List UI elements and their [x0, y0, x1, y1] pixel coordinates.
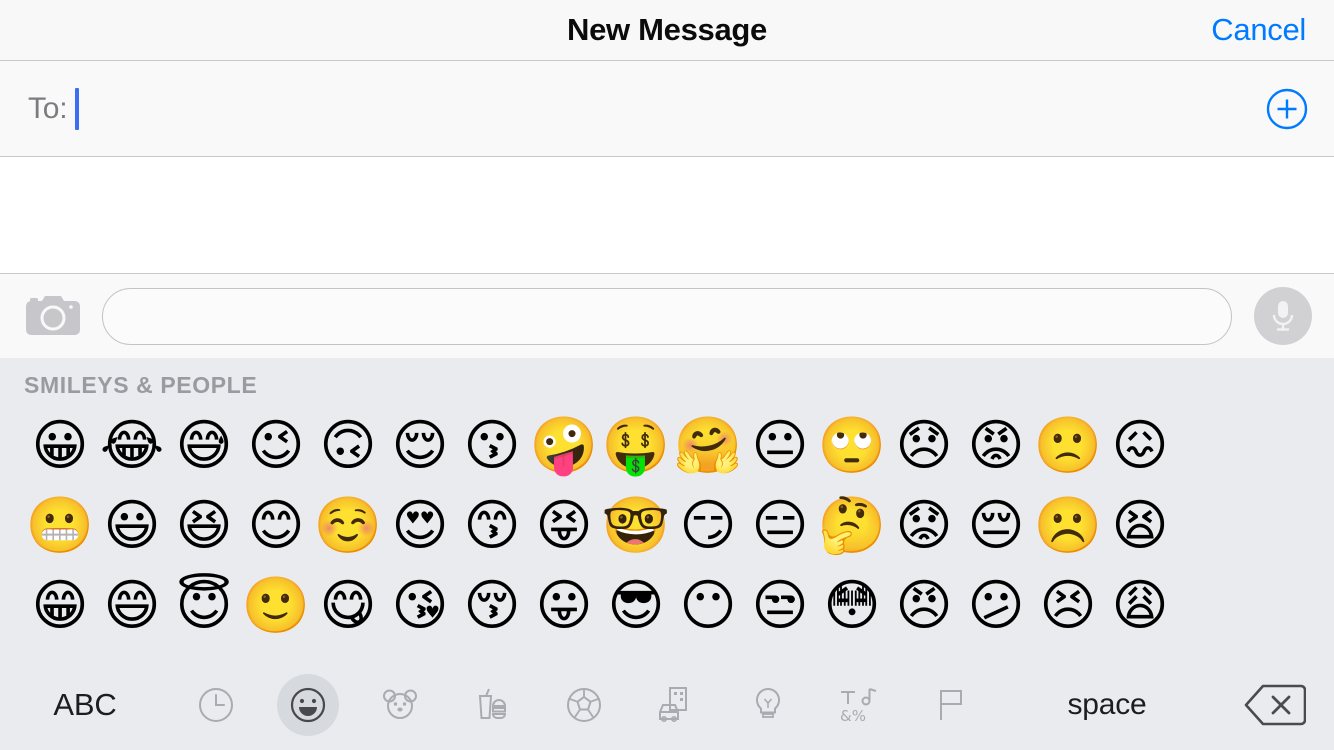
- emoji-tired-face[interactable]: 😫: [1104, 489, 1176, 561]
- cancel-button[interactable]: Cancel: [1211, 12, 1306, 48]
- emoji-section-title: SMILEYS & PEOPLE: [24, 372, 258, 398]
- emoji-worried-face[interactable]: 😟: [888, 489, 960, 561]
- emoji-flushed-face[interactable]: 😳: [816, 569, 888, 641]
- emoji-smiling-face-with-sunglasses[interactable]: 😎: [600, 569, 672, 641]
- emoji-smiling-face-with-heart-eyes[interactable]: 😍: [384, 489, 456, 561]
- emoji-row: 😬 😃 😆 😊 ☺️ 😍 😙 😝 🤓 😏 😑 🤔 😟 😔 ☹️ 😫: [24, 485, 1334, 565]
- emoji-persevering-face[interactable]: 😣: [1032, 569, 1104, 641]
- conversation-area: [0, 157, 1334, 274]
- emoji-pouting-face[interactable]: 😡: [960, 409, 1032, 481]
- emoji-expressionless-face[interactable]: 😑: [744, 489, 816, 561]
- emoji-unamused-face[interactable]: 😒: [744, 569, 816, 641]
- emoji-confused-face[interactable]: 😕: [960, 569, 1032, 641]
- emoji-smiling-face[interactable]: ☺️: [312, 489, 384, 561]
- abc-keyboard-button[interactable]: ABC: [0, 687, 170, 723]
- emoji-nerd-face[interactable]: 🤓: [600, 489, 672, 561]
- emoji-smiling-face-with-halo[interactable]: 😇: [168, 569, 240, 641]
- emoji-zany-face[interactable]: 🤪: [528, 409, 600, 481]
- to-label: To:: [28, 91, 68, 125]
- emoji-hugging-face[interactable]: 🤗: [672, 409, 744, 481]
- objects-icon[interactable]: [722, 674, 814, 736]
- emoji-grinning-face-with-sweat[interactable]: 😅: [168, 409, 240, 481]
- keyboard-bottom-bar: ABC &% space: [0, 660, 1334, 750]
- camera-icon[interactable]: [22, 290, 84, 342]
- emoji-neutral-face[interactable]: 😐: [744, 409, 816, 481]
- recipient-row[interactable]: To:: [0, 61, 1334, 157]
- smileys-people-icon[interactable]: [262, 674, 354, 736]
- emoji-disappointed-face[interactable]: 😞: [888, 409, 960, 481]
- emoji-winking-face[interactable]: 😉: [240, 409, 312, 481]
- page-title: New Message: [566, 12, 768, 47]
- emoji-row: 😁 😄 😇 🙂 😋 😘 😚 😛 😎 😶 😒 😳 😠 😕 😣 😩: [24, 565, 1334, 645]
- emoji-face-with-rolling-eyes[interactable]: 🙄: [816, 409, 888, 481]
- emoji-smiling-face-with-smiling-eyes[interactable]: 😊: [240, 489, 312, 561]
- emoji-kissing-face-with-closed-eyes[interactable]: 😚: [456, 569, 528, 641]
- emoji-slightly-frowning-face[interactable]: 🙁: [1032, 409, 1104, 481]
- emoji-confounded-face[interactable]: 😖: [1104, 409, 1176, 481]
- messages-new-message-screen: New Message Cancel To: SMILEYS & PEOPLE …: [0, 0, 1334, 750]
- symbols-icon[interactable]: &%: [814, 674, 906, 736]
- emoji-beaming-face-with-smiling-eyes[interactable]: 😁: [24, 569, 96, 641]
- emoji-slightly-smiling-face[interactable]: 🙂: [240, 569, 312, 641]
- plus-circle-icon[interactable]: [1266, 88, 1308, 130]
- flags-icon[interactable]: [906, 674, 998, 736]
- emoji-face-savoring-food[interactable]: 😋: [312, 569, 384, 641]
- emoji-squinting-face-with-tongue[interactable]: 😝: [528, 489, 600, 561]
- animals-nature-icon[interactable]: [354, 674, 446, 736]
- emoji-grid: 😀 😂 😅 😉 🙃 😌 😗 🤪 🤑 🤗 😐 🙄 😞 😡 🙁 😖 😬 😃 😆 😊 ☺️ 😍 😙 😝 🤓 😏 😑 🤔 😟 😔 ☹️ 😫 😁 😄 😇 🙂 😋 😘…: [0, 405, 1334, 660]
- emoji-relieved-face[interactable]: 😌: [384, 409, 456, 481]
- emoji-frowning-face[interactable]: ☹️: [1032, 489, 1104, 561]
- svg-text:&%: &%: [840, 707, 866, 725]
- emoji-grinning-face[interactable]: 😀: [24, 409, 96, 481]
- emoji-face-with-tongue[interactable]: 😛: [528, 569, 600, 641]
- emoji-angry-face[interactable]: 😠: [888, 569, 960, 641]
- emoji-face-without-mouth[interactable]: 😶: [672, 569, 744, 641]
- emoji-grinning-face-with-big-eyes[interactable]: 😃: [96, 489, 168, 561]
- navigation-bar: New Message Cancel: [0, 0, 1334, 61]
- microphone-icon[interactable]: [1254, 287, 1312, 345]
- emoji-face-with-tears-of-joy[interactable]: 😂: [96, 409, 168, 481]
- emoji-thinking-face[interactable]: 🤔: [816, 489, 888, 561]
- recipient-input[interactable]: [79, 61, 1334, 156]
- emoji-kissing-face[interactable]: 😗: [456, 409, 528, 481]
- message-text-input[interactable]: [102, 287, 1232, 345]
- emoji-smirking-face[interactable]: 😏: [672, 489, 744, 561]
- backspace-icon[interactable]: [1216, 682, 1334, 728]
- emoji-row: 😀 😂 😅 😉 🙃 😌 😗 🤪 🤑 🤗 😐 🙄 😞 😡 🙁 😖: [24, 405, 1334, 485]
- emoji-upside-down-face[interactable]: 🙃: [312, 409, 384, 481]
- emoji-face-blowing-a-kiss[interactable]: 😘: [384, 569, 456, 641]
- emoji-grimacing-face[interactable]: 😬: [24, 489, 96, 561]
- space-key[interactable]: space: [998, 688, 1216, 722]
- emoji-money-mouth-face[interactable]: 🤑: [600, 409, 672, 481]
- emoji-grinning-face-with-smiling-eyes[interactable]: 😄: [96, 569, 168, 641]
- travel-places-icon[interactable]: [630, 674, 722, 736]
- emoji-keyboard-panel: SMILEYS & PEOPLE 😀 😂 😅 😉 🙃 😌 😗 🤪 🤑 🤗 😐 🙄 😞 😡 🙁 😖 😬 😃 😆 😊 ☺️ 😍…: [0, 358, 1334, 660]
- compose-bar: [0, 274, 1334, 358]
- food-drink-icon[interactable]: [446, 674, 538, 736]
- activity-icon[interactable]: [538, 674, 630, 736]
- recents-clock-icon[interactable]: [170, 674, 262, 736]
- emoji-weary-face[interactable]: 😩: [1104, 569, 1176, 641]
- emoji-grinning-squinting-face[interactable]: 😆: [168, 489, 240, 561]
- emoji-kissing-face-with-smiling-eyes[interactable]: 😙: [456, 489, 528, 561]
- emoji-pensive-face[interactable]: 😔: [960, 489, 1032, 561]
